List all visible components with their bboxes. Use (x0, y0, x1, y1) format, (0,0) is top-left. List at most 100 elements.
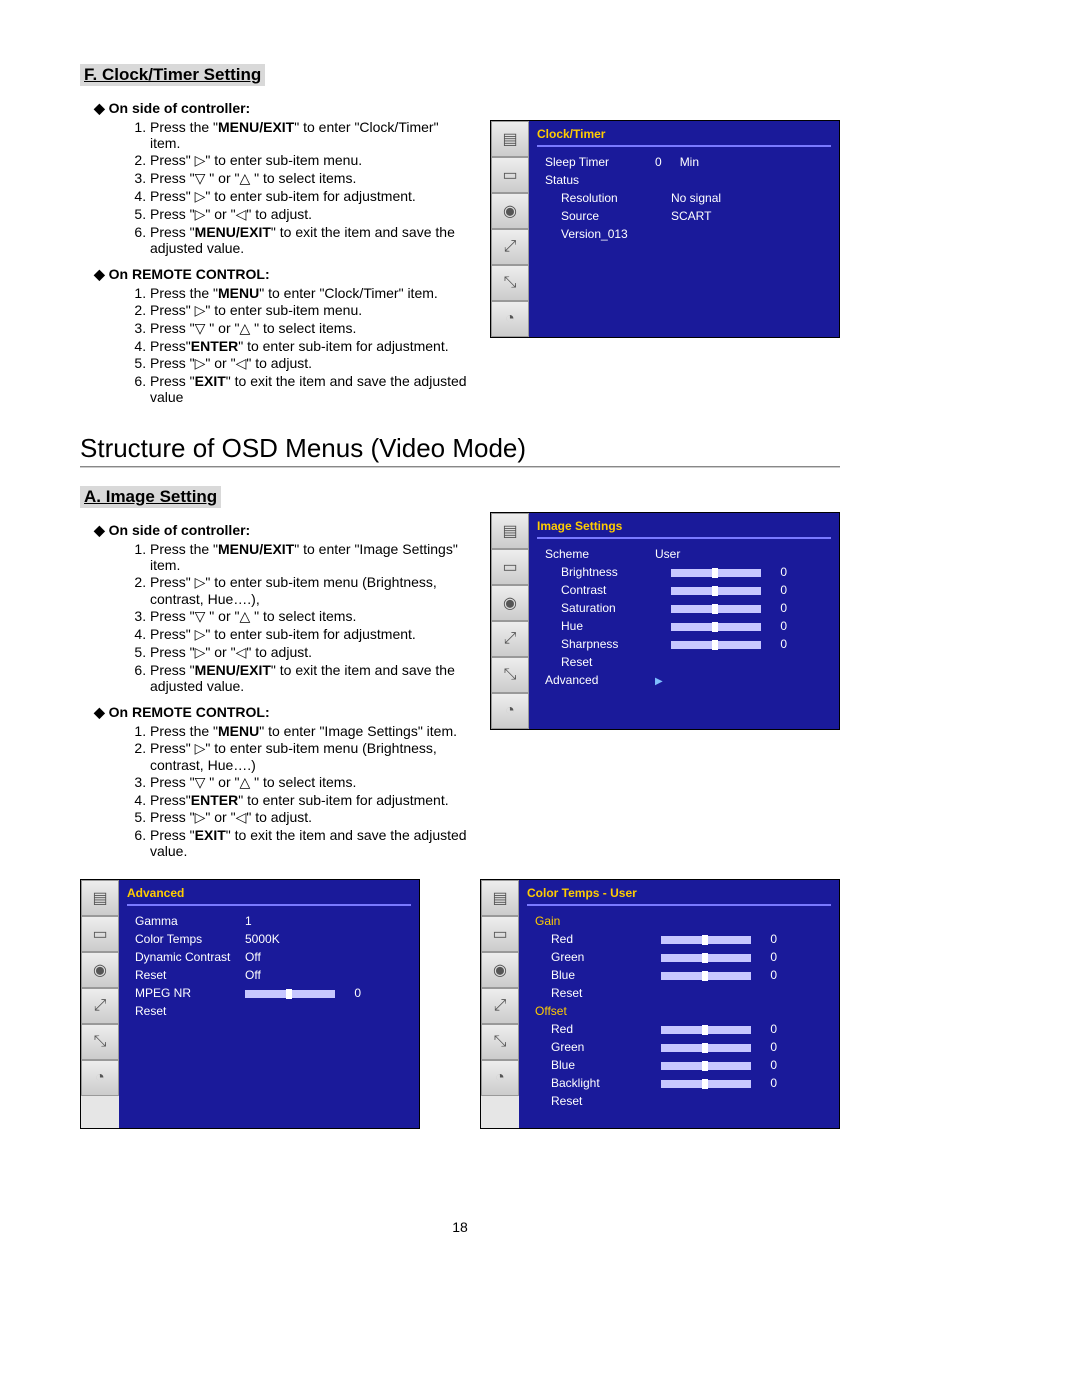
osd-row[interactable]: SourceSCART (537, 207, 831, 225)
osd-row-label: Version_013 (561, 227, 671, 241)
slider-icon[interactable] (671, 623, 761, 631)
osd-row[interactable]: Hue0 (537, 617, 831, 635)
osd-row-value: 0 (661, 1022, 823, 1036)
osd-row[interactable]: Red0 (527, 1020, 831, 1038)
osd-row-value: User (655, 547, 823, 561)
osd-row[interactable]: Sharpness0 (537, 635, 831, 653)
osd-tab-icon[interactable]: ▤ (481, 880, 519, 916)
step-item: Press" ▷" to enter sub-item menu. (150, 302, 470, 319)
osd-tab-icon[interactable]: ⤢ (491, 621, 529, 657)
osd-tab-icon[interactable]: ▤ (81, 880, 119, 916)
step-item: Press the "MENU" to enter "Clock/Timer" … (150, 285, 470, 301)
osd-row-value: Off (245, 950, 403, 964)
osd-row[interactable]: Dynamic ContrastOff (127, 948, 411, 966)
osd-tab-icon[interactable]: ⤢ (81, 988, 119, 1024)
osd-tab-icon[interactable]: ▭ (481, 916, 519, 952)
osd-title: Clock/Timer (537, 127, 831, 147)
section-f-side-head: On side of controller: (94, 100, 470, 117)
slider-icon[interactable] (661, 1044, 751, 1052)
osd-tab-icon[interactable]: ◔ (491, 693, 529, 729)
osd-tab-icon[interactable]: ◉ (481, 952, 519, 988)
step-item: Press "▷" or "◁" to adjust. (150, 809, 470, 826)
osd-row-value: 0 (661, 1058, 823, 1072)
osd-tab-icon[interactable]: ▤ (491, 513, 529, 549)
osd-image-settings: ▤▭◉⤢⤡◔ Image Settings SchemeUserBrightness… (490, 512, 840, 730)
osd-tab-icon[interactable]: ◔ (491, 301, 529, 337)
step-item: Press "▽ " or "△ " to select items. (150, 774, 470, 791)
osd-tab-icon[interactable]: ⤡ (491, 265, 529, 301)
osd-row[interactable]: Saturation0 (537, 599, 831, 617)
osd-row[interactable]: Green0 (527, 1038, 831, 1056)
section-f-remote-head: On REMOTE CONTROL: (94, 266, 470, 283)
osd-row[interactable]: Contrast0 (537, 581, 831, 599)
osd-row[interactable]: Green0 (527, 948, 831, 966)
osd-row[interactable]: Color Temps5000K (127, 930, 411, 948)
slider-icon[interactable] (661, 1026, 751, 1034)
osd-tab-icon[interactable]: ▭ (491, 157, 529, 193)
osd-row-label: Backlight (551, 1076, 661, 1090)
osd-row[interactable]: Red0 (527, 930, 831, 948)
osd-row[interactable]: Brightness0 (537, 563, 831, 581)
osd-row[interactable]: MPEG NR0 (127, 984, 411, 1002)
osd-tab-icon[interactable]: ▭ (491, 549, 529, 585)
osd-tab-icon[interactable]: ⤡ (481, 1024, 519, 1060)
slider-icon[interactable] (245, 990, 335, 998)
step-item: Press" ▷" to enter sub-item menu. (150, 152, 470, 169)
osd-tab-icon[interactable]: ⤢ (491, 229, 529, 265)
osd-row[interactable]: Sleep Timer0Min (537, 153, 831, 171)
slider-icon[interactable] (671, 641, 761, 649)
osd-row[interactable]: Reset (127, 1002, 411, 1020)
slider-icon[interactable] (661, 954, 751, 962)
osd-row[interactable]: Blue0 (527, 966, 831, 984)
osd-row[interactable]: Status (537, 171, 831, 189)
osd-row[interactable]: ResetOff (127, 966, 411, 984)
slider-icon[interactable] (661, 972, 751, 980)
osd-tab-icon[interactable]: ◉ (81, 952, 119, 988)
osd-tab-icon[interactable]: ◉ (491, 193, 529, 229)
step-item: Press"ENTER" to enter sub-item for adjus… (150, 792, 470, 808)
slider-icon[interactable] (661, 1062, 751, 1070)
slider-icon[interactable] (671, 605, 761, 613)
step-item: Press "EXIT" to exit the item and save t… (150, 373, 470, 405)
osd-tab-icon[interactable]: ⤡ (491, 657, 529, 693)
osd-tab-icon[interactable]: ⤢ (481, 988, 519, 1024)
step-item: Press "▷" or "◁" to adjust. (150, 644, 470, 661)
step-item: Press"ENTER" to enter sub-item for adjus… (150, 338, 470, 354)
osd-tab-icon[interactable]: ▭ (81, 916, 119, 952)
osd-row[interactable]: ResolutionNo signal (537, 189, 831, 207)
osd-row[interactable]: SchemeUser (537, 545, 831, 563)
step-item: Press "EXIT" to exit the item and save t… (150, 827, 470, 859)
step-item: Press "▷" or "◁" to adjust. (150, 206, 470, 223)
osd-row-value: 0 (671, 565, 823, 579)
osd-row[interactable]: Blue0 (527, 1056, 831, 1074)
osd-title: Color Temps - User (527, 886, 831, 906)
osd-row[interactable]: Advanced (537, 671, 831, 689)
slider-icon[interactable] (671, 569, 761, 577)
osd-row-value: 0Min (655, 155, 823, 169)
osd-row[interactable]: Reset (527, 1092, 831, 1110)
osd-row-label: Green (551, 950, 661, 964)
osd-row-value: 1 (245, 914, 403, 928)
osd-title: Image Settings (537, 519, 831, 539)
slider-icon[interactable] (661, 1080, 751, 1088)
section-a-remote-head: On REMOTE CONTROL: (94, 704, 470, 721)
osd-row-value: No signal (671, 191, 823, 205)
osd-row[interactable]: Reset (527, 984, 831, 1002)
osd-tab-icon[interactable]: ◉ (491, 585, 529, 621)
slider-icon[interactable] (661, 936, 751, 944)
osd-row[interactable]: Gamma1 (127, 912, 411, 930)
osd-row-label: Red (551, 1022, 661, 1036)
osd-tab-icon[interactable]: ◔ (481, 1060, 519, 1096)
osd-row-label: Blue (551, 968, 661, 982)
osd-row[interactable]: Reset (537, 653, 831, 671)
slider-icon[interactable] (671, 587, 761, 595)
osd-tab-icon[interactable]: ⤡ (81, 1024, 119, 1060)
osd-row[interactable]: Version_013 (537, 225, 831, 243)
osd-tab-icon[interactable]: ◔ (81, 1060, 119, 1096)
osd-tab-icon[interactable]: ▤ (491, 121, 529, 157)
osd-row-label: Reset (551, 986, 661, 1000)
osd-row-value: 0 (671, 637, 823, 651)
osd-row[interactable]: Backlight0 (527, 1074, 831, 1092)
osd-row-value: 5000K (245, 932, 403, 946)
osd-row-label: Sleep Timer (545, 155, 655, 169)
